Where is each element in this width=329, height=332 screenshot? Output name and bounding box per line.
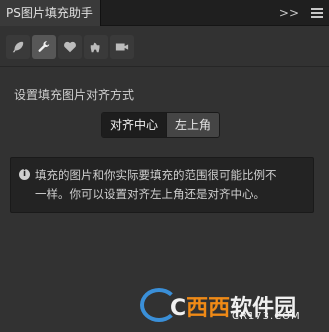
divider (0, 66, 329, 67)
tool-tabs (6, 35, 134, 61)
dog-icon (90, 42, 100, 53)
tab-feather[interactable] (6, 35, 30, 59)
info-box: i 填充的图片和你实际要填充的范围很可能比例不 一样。你可以设置对齐左上角还是对… (10, 157, 314, 213)
wrench-icon (38, 41, 50, 52)
tab-video[interactable] (110, 35, 134, 59)
watermark-prefix: C (170, 296, 187, 321)
panel-menu-button[interactable] (311, 4, 323, 22)
hamburger-menu-icon (311, 8, 323, 18)
collapse-button[interactable]: >> (279, 4, 299, 22)
heart-icon (64, 41, 76, 53)
titlebar-controls: >> (279, 0, 323, 26)
plugin-panel: PS图片填充助手 >> 设置填充图片对齐方式 对齐中心 左上角 i 填充的图片和… (0, 0, 329, 332)
title-bar: PS图片填充助手 >> (0, 0, 329, 26)
info-line-1: 填充的图片和你实际要填充的范围很可能比例不 (35, 168, 277, 182)
align-segmented-control: 对齐中心 左上角 (101, 112, 221, 138)
tab-heart[interactable] (58, 35, 82, 59)
feather-icon (12, 41, 24, 53)
video-camera-icon (115, 43, 129, 51)
watermark: C西西软件园 CR173.COM (140, 286, 325, 326)
info-icon: i (19, 169, 30, 180)
watermark-highlight: 西西 (186, 296, 231, 321)
panel-tab-title[interactable]: PS图片填充助手 (0, 0, 101, 26)
tab-wrench[interactable] (32, 35, 56, 59)
align-section-label: 设置填充图片对齐方式 (14, 88, 135, 102)
align-center-option[interactable]: 对齐中心 (102, 113, 167, 137)
align-top-left-option[interactable]: 左上角 (166, 113, 220, 137)
tab-dog[interactable] (84, 35, 108, 59)
info-line-2: 一样。你可以设置对齐左上角还是对齐中心。 (35, 187, 265, 201)
watermark-url: CR173.COM (232, 311, 301, 322)
